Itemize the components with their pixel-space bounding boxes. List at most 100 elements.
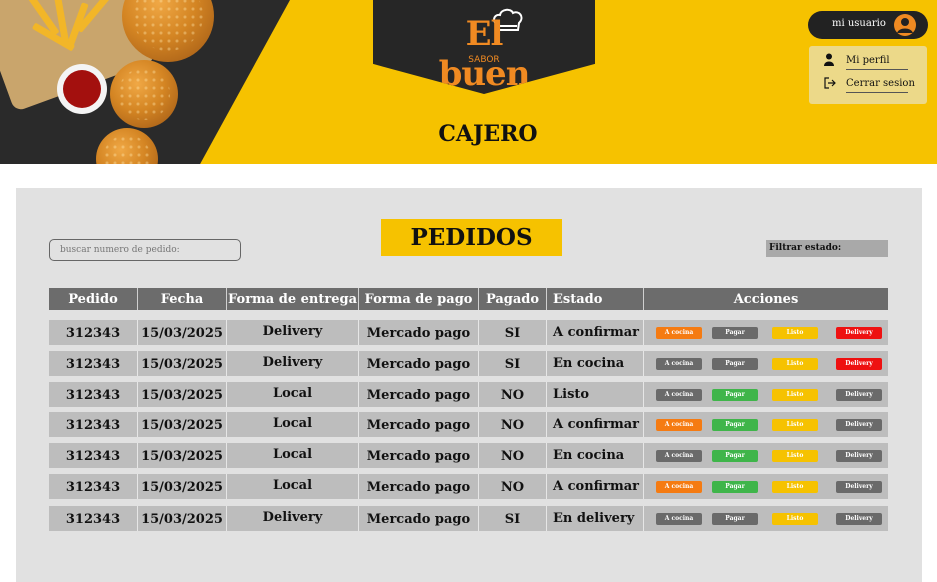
delivery-button[interactable]: Delivery (836, 481, 882, 493)
a-cocina-button[interactable]: A cocina (656, 358, 702, 370)
search-input[interactable] (50, 240, 240, 260)
delivery-button[interactable]: Delivery (836, 327, 882, 339)
cell-estado: En delivery (547, 506, 644, 531)
listo-button[interactable]: Listo (772, 327, 818, 339)
table-row: 312343 15/03/2025 Delivery Mercado pago SI En… (49, 506, 888, 531)
a-cocina-button[interactable]: A cocina (656, 450, 702, 462)
orders-panel: PEDIDOS Filtrar estado: Pedido Fecha For… (16, 188, 922, 582)
cell-fecha: 15/03/2025 (138, 412, 227, 437)
cell-forma-entrega: Delivery (227, 351, 359, 376)
cell-forma-pago: Mercado pago (359, 412, 479, 437)
pagar-button[interactable]: Pagar (712, 450, 758, 462)
cell-pedido: 312343 (49, 474, 138, 499)
cell-fecha: 15/03/2025 (138, 443, 227, 468)
logout-icon (824, 77, 836, 89)
cell-pedido: 312343 (49, 443, 138, 468)
burger-image (110, 60, 178, 128)
column-header-acciones: Acciones (733, 292, 799, 307)
column-header-forma-pago: Forma de pago (359, 288, 479, 310)
cell-pedido: 312343 (49, 351, 138, 376)
a-cocina-button[interactable]: A cocina (656, 389, 702, 401)
cell-acciones: A cocina Pagar Listo Delivery (644, 382, 888, 407)
brand-subtitle: SABOR (468, 55, 500, 65)
column-header-fecha: Fecha (138, 288, 227, 310)
listo-button[interactable]: Listo (772, 513, 818, 525)
cell-fecha: 15/03/2025 (138, 351, 227, 376)
pagar-button[interactable]: Pagar (712, 389, 758, 401)
listo-button[interactable]: Listo (772, 358, 818, 370)
cell-forma-pago: Mercado pago (359, 474, 479, 499)
search-box[interactable] (49, 239, 241, 261)
cell-fecha: 15/03/2025 (138, 506, 227, 531)
cell-forma-pago: Mercado pago (359, 382, 479, 407)
cell-forma-entrega: Delivery (227, 320, 359, 345)
column-header-pedido: Pedido (49, 288, 138, 310)
cell-acciones: A cocina Pagar Listo Delivery (644, 474, 888, 499)
cell-forma-pago: Mercado pago (359, 351, 479, 376)
ketchup-bowl-image (57, 64, 107, 114)
cell-forma-entrega: Local (227, 474, 359, 499)
cell-estado: En cocina (547, 351, 644, 376)
listo-button[interactable]: Listo (772, 450, 818, 462)
cell-estado: A confirmar (547, 412, 644, 437)
pagar-button[interactable]: Pagar (712, 513, 758, 525)
pagar-button[interactable]: Pagar (712, 358, 758, 370)
cell-pagado: NO (479, 412, 547, 437)
cell-pagado: SI (479, 320, 547, 345)
person-icon (824, 53, 834, 66)
role-title: CAJERO (438, 121, 538, 147)
cell-estado: A confirmar (547, 474, 644, 499)
cell-pagado: SI (479, 351, 547, 376)
brand-name: El buen (438, 14, 531, 94)
cell-pedido: 312343 (49, 382, 138, 407)
delivery-button[interactable]: Delivery (836, 358, 882, 370)
a-cocina-button[interactable]: A cocina (656, 327, 702, 339)
cell-forma-pago: Mercado pago (359, 443, 479, 468)
user-menu-button[interactable]: mi usuario (808, 11, 928, 39)
delivery-button[interactable]: Delivery (836, 450, 882, 462)
cell-pagado: SI (479, 506, 547, 531)
status-filter-select[interactable]: Filtrar estado: (766, 240, 888, 257)
menu-item-mi-perfil[interactable]: Mi perfil (819, 52, 919, 72)
pagar-button[interactable]: Pagar (712, 419, 758, 431)
listo-button[interactable]: Listo (772, 419, 818, 431)
divider (846, 92, 908, 93)
menu-item-cerrar-sesion[interactable]: Cerrar sesion (819, 75, 919, 95)
page-title: PEDIDOS (381, 219, 562, 256)
column-header-estado: Estado (547, 288, 644, 310)
logo: El buen SABOR (373, 0, 595, 94)
column-header-pagado: Pagado (479, 288, 547, 310)
cell-pagado: NO (479, 474, 547, 499)
listo-button[interactable]: Listo (772, 481, 818, 493)
table-row: 312343 15/03/2025 Local Mercado pago NO En co… (49, 443, 888, 468)
listo-button[interactable]: Listo (772, 389, 818, 401)
header-banner: El buen SABOR CAJERO mi usuario Mi perfi… (0, 0, 937, 164)
cell-acciones: A cocina Pagar Listo Delivery (644, 506, 888, 531)
a-cocina-button[interactable]: A cocina (656, 481, 702, 493)
cell-forma-pago: Mercado pago (359, 320, 479, 345)
cell-acciones: A cocina Pagar Listo Delivery (644, 412, 888, 437)
pagar-button[interactable]: Pagar (712, 481, 758, 493)
cell-fecha: 15/03/2025 (138, 320, 227, 345)
table-row: 312343 15/03/2025 Delivery Mercado pago SI A … (49, 320, 888, 345)
menu-item-label: Mi perfil (846, 55, 890, 66)
delivery-button[interactable]: Delivery (836, 513, 882, 525)
table-row: 312343 15/03/2025 Local Mercado pago NO A con… (49, 412, 888, 437)
delivery-button[interactable]: Delivery (836, 389, 882, 401)
cell-forma-entrega: Local (227, 412, 359, 437)
a-cocina-button[interactable]: A cocina (656, 419, 702, 431)
cell-acciones: A cocina Pagar Listo Delivery (644, 320, 888, 345)
cell-acciones: A cocina Pagar Listo Delivery (644, 443, 888, 468)
user-label: mi usuario (832, 18, 886, 29)
cell-pagado: NO (479, 382, 547, 407)
menu-item-label: Cerrar sesion (846, 78, 915, 89)
cell-forma-entrega: Local (227, 382, 359, 407)
cell-estado: Listo (547, 382, 644, 407)
cell-forma-entrega: Local (227, 443, 359, 468)
delivery-button[interactable]: Delivery (836, 419, 882, 431)
column-header-forma-entrega: Forma de entrega (227, 288, 359, 310)
cell-pagado: NO (479, 443, 547, 468)
pagar-button[interactable]: Pagar (712, 327, 758, 339)
table-row: 312343 15/03/2025 Delivery Mercado pago SI En… (49, 351, 888, 376)
a-cocina-button[interactable]: A cocina (656, 513, 702, 525)
